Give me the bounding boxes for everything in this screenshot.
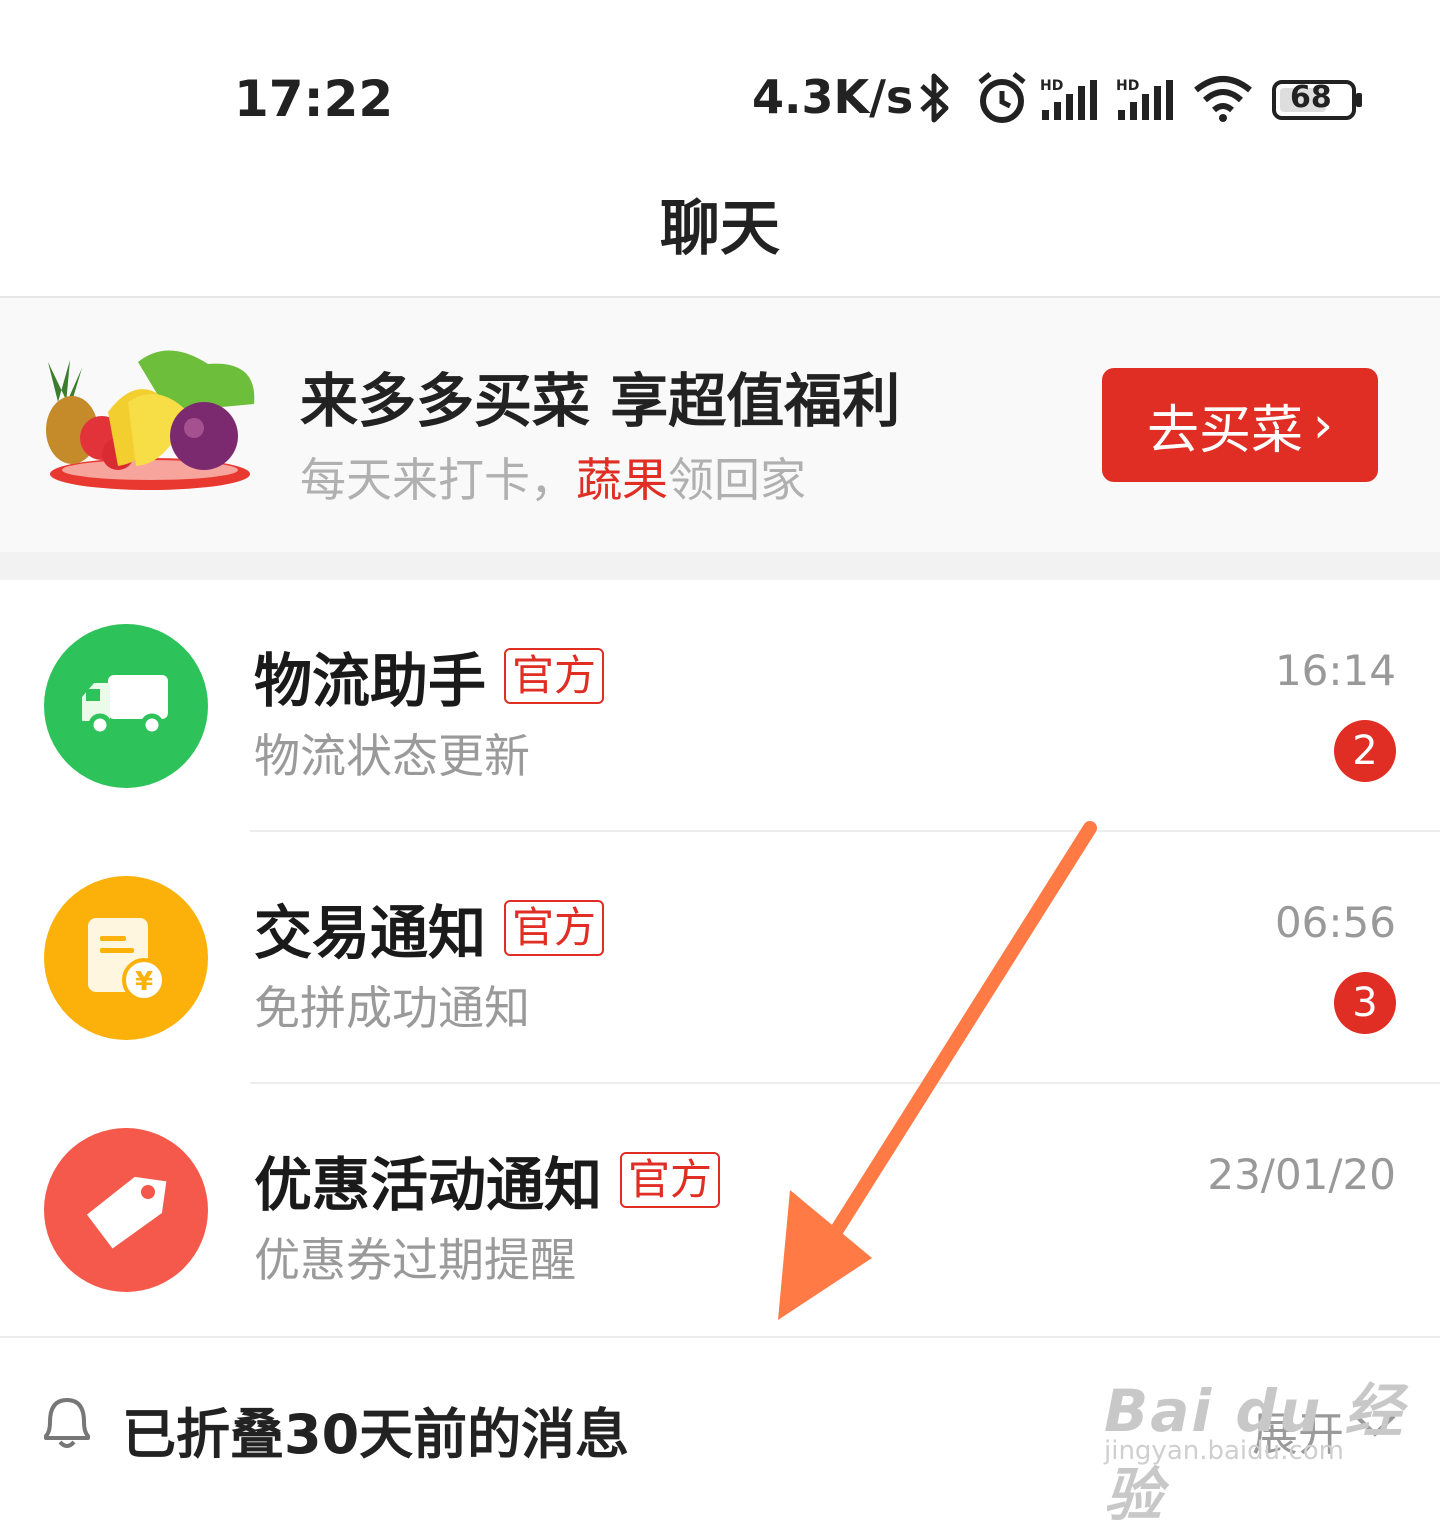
avatar (44, 624, 208, 788)
banner-subtitle-prefix: 每天来打卡， (300, 453, 576, 507)
chat-preview: 物流状态更新 (254, 729, 530, 783)
chat-name-text: 优惠活动通知 (254, 1151, 603, 1219)
chat-item-promotions[interactable]: 优惠活动通知 官方 优惠券过期提醒 23/01/20 (0, 1084, 1440, 1336)
status-time: 17:22 (234, 70, 394, 128)
chat-time: 06:56 (1274, 898, 1396, 947)
chat-time: 16:14 (1274, 646, 1396, 695)
wifi-icon (1194, 76, 1252, 122)
chat-name: 优惠活动通知 官方 (254, 1138, 721, 1222)
chat-time: 23/01/20 (1207, 1150, 1396, 1199)
chat-preview: 优惠券过期提醒 (254, 1233, 576, 1287)
chat-preview: 免拼成功通知 (254, 981, 530, 1035)
official-badge: 官方 (504, 648, 605, 704)
tag-icon (86, 1176, 167, 1249)
signal-hd-icon: HD (1116, 78, 1173, 120)
folded-messages-label: 已折叠30天前的消息 (122, 1403, 630, 1466)
receipt-icon: ¥ (88, 918, 166, 1002)
bell-icon (44, 1398, 90, 1448)
bluetooth-icon (920, 73, 949, 123)
chat-item-transactions[interactable]: ¥ 交易通知 官方 免拼成功通知 06:56 3 (0, 832, 1440, 1084)
grocery-banner[interactable]: 来多多买菜 享超值福利 每天来打卡，蔬果领回家 去买菜 › (0, 298, 1440, 552)
go-buy-vegetables-button[interactable]: 去买菜 › (1102, 368, 1378, 482)
unread-badge: 3 (1334, 972, 1396, 1034)
svg-text:HD: HD (1040, 78, 1063, 94)
svg-text:¥: ¥ (135, 967, 153, 997)
page-title: 聊天 (660, 194, 780, 264)
chat-name-text: 物流助手 (254, 647, 487, 715)
unread-badge: 2 (1334, 720, 1396, 782)
chat-name-text: 交易通知 (254, 899, 487, 967)
avatar: ¥ (44, 876, 208, 1040)
watermark-url: jingyan.baidu.com (1104, 1436, 1344, 1466)
avatar (44, 1128, 208, 1292)
banner-subtitle-suffix: 领回家 (668, 453, 806, 507)
chevron-right-icon: › (1313, 396, 1333, 454)
truck-icon (82, 675, 168, 737)
fruit-plate-image (46, 350, 255, 490)
section-gap (0, 552, 1440, 580)
alarm-icon (978, 72, 1026, 123)
battery-level: 68 (1290, 80, 1332, 115)
annotation-arrow (778, 821, 1097, 1320)
banner-subtitle: 每天来打卡，蔬果领回家 (300, 444, 806, 510)
official-badge: 官方 (504, 900, 605, 956)
network-speed: 4.3K/s (752, 70, 914, 124)
banner-title: 来多多买菜 享超值福利 (300, 367, 901, 435)
official-badge: 官方 (620, 1152, 721, 1208)
status-bar: 17:22 4.3K/s HD HD 68 (0, 0, 1440, 160)
chat-item-logistics[interactable]: 物流助手 官方 物流状态更新 16:14 2 (0, 580, 1440, 832)
svg-text:HD: HD (1116, 78, 1139, 94)
chat-name: 交易通知 官方 (254, 886, 605, 970)
chat-name: 物流助手 官方 (254, 634, 605, 718)
button-label: 去买菜 (1146, 400, 1303, 461)
banner-subtitle-highlight: 蔬果 (576, 453, 668, 507)
signal-hd-icon: HD (1040, 78, 1097, 120)
